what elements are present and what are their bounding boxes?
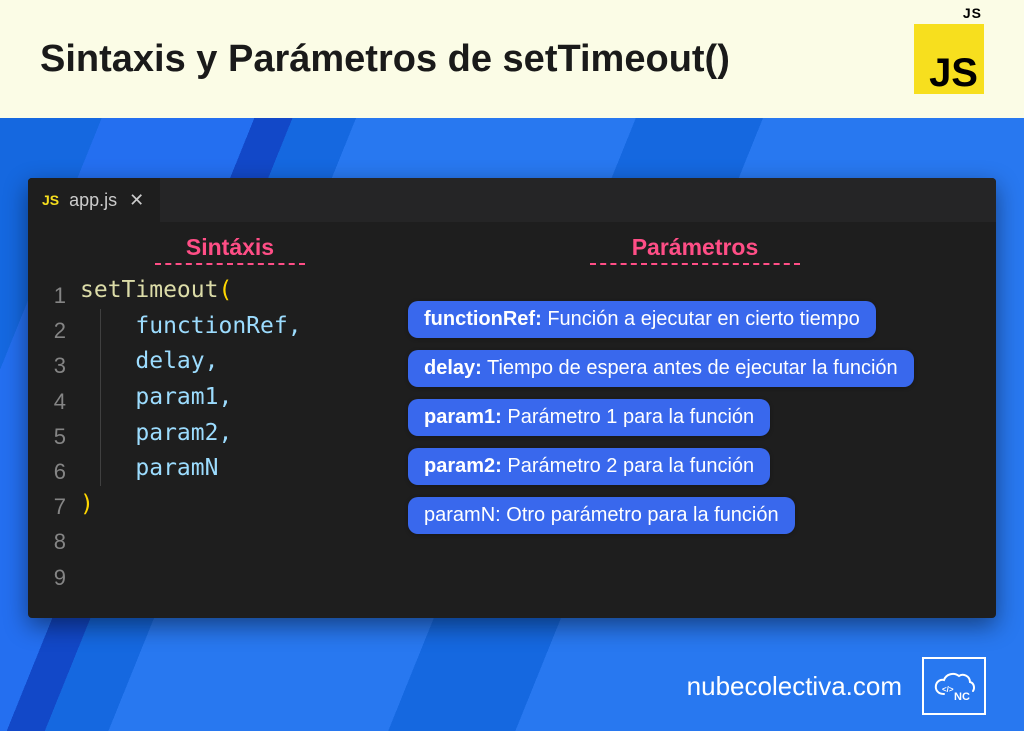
line-number: 1 — [54, 278, 66, 313]
line-number: 2 — [54, 313, 66, 348]
param-chip: paramN: Otro parámetro para la función — [408, 497, 795, 534]
footer: nubecolectiva.com </> NC — [28, 639, 996, 715]
params-list: functionRef: Función a ejecutar en ciert… — [408, 301, 982, 534]
param-chip: param2: Parámetro 2 para la función — [408, 448, 770, 485]
indent-guide — [100, 309, 101, 486]
code-line: setTimeout( — [80, 273, 380, 309]
editor-tab[interactable]: JS app.js ✕ — [28, 178, 160, 222]
code-column: Sintáxis setTimeout( functionRef, delay,… — [80, 234, 380, 595]
js-logo-small-label: JS — [963, 8, 982, 20]
close-icon[interactable]: ✕ — [127, 190, 146, 211]
code-line: ) — [80, 487, 380, 523]
code-line: delay, — [80, 344, 380, 380]
line-number: 3 — [54, 348, 66, 383]
code-line: param1, — [80, 380, 380, 416]
code-line: param2, — [80, 416, 380, 452]
line-number: 9 — [54, 560, 66, 595]
params-column: Parámetros functionRef: Función a ejecut… — [388, 234, 982, 595]
code-line: functionRef, — [80, 309, 380, 345]
file-name: app.js — [69, 190, 117, 211]
brand-logo: </> NC — [922, 657, 986, 715]
syntax-underline — [155, 263, 305, 265]
code-editor: JS app.js ✕ 1 2 3 4 5 6 7 8 — [28, 178, 996, 618]
line-number: 6 — [54, 454, 66, 489]
param-chip: functionRef: Función a ejecutar en ciert… — [408, 301, 876, 338]
page: Sintaxis y Parámetros de setTimeout() JS… — [0, 0, 1024, 731]
file-lang-badge: JS — [42, 192, 59, 208]
svg-text:NC: NC — [954, 691, 970, 703]
line-number: 5 — [54, 419, 66, 454]
page-title: Sintaxis y Parámetros de setTimeout() — [40, 38, 730, 81]
js-logo: JS JS — [914, 24, 984, 94]
param-chip: delay: Tiempo de espera antes de ejecuta… — [408, 350, 914, 387]
svg-text:</>: </> — [942, 685, 954, 694]
param-chip: param1: Parámetro 1 para la función — [408, 399, 770, 436]
editor-left: 1 2 3 4 5 6 7 8 9 Sintáxis — [38, 234, 380, 595]
line-number-gutter: 1 2 3 4 5 6 7 8 9 — [38, 234, 66, 595]
params-heading: Parámetros — [408, 234, 982, 261]
line-number: 4 — [54, 384, 66, 419]
content-area: JS app.js ✕ 1 2 3 4 5 6 7 8 — [0, 118, 1024, 731]
editor-body: 1 2 3 4 5 6 7 8 9 Sintáxis — [28, 222, 996, 601]
cloud-icon: </> NC — [930, 668, 978, 704]
js-logo-label: JS — [929, 56, 978, 90]
syntax-heading: Sintáxis — [80, 234, 380, 261]
line-number: 7 — [54, 489, 66, 524]
header-bar: Sintaxis y Parámetros de setTimeout() JS… — [0, 0, 1024, 118]
editor-tab-bar: JS app.js ✕ — [28, 178, 996, 222]
params-underline — [590, 263, 800, 265]
site-url: nubecolectiva.com — [687, 671, 902, 702]
code-line: paramN — [80, 451, 380, 487]
line-number: 8 — [54, 524, 66, 559]
code-block: setTimeout( functionRef, delay, param1, … — [80, 273, 380, 522]
